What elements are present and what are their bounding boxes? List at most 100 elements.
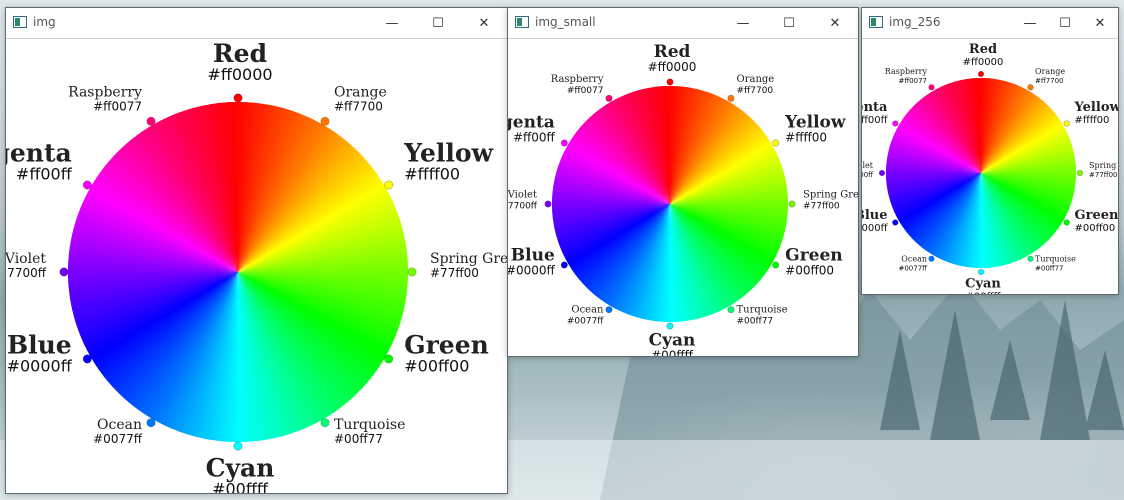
close-button[interactable]: ✕: [812, 8, 858, 38]
hue-hex-label: #00ffff: [966, 292, 1002, 295]
window-img-256[interactable]: img_256 — ☐ ✕ Red #ff0000 Raspberry #ff0077…: [861, 7, 1119, 295]
hue-marker-dot: [605, 94, 613, 102]
hue-marker-dot: [320, 418, 330, 428]
hue-hex-label: #77ff00: [430, 266, 479, 280]
hue-name-label: Cyan: [206, 454, 275, 483]
title-bar[interactable]: img_small — ☐ ✕: [508, 8, 858, 39]
hue-hex-label: #00ffff: [212, 480, 269, 494]
hue-name-label: Cyan: [965, 277, 1001, 292]
hue-hex-label: #7700ff: [862, 171, 873, 179]
hue-name-label: Raspberry: [551, 74, 604, 85]
hue-marker-dot: [788, 200, 796, 208]
hue-hex-label: #00ff00: [785, 263, 834, 277]
color-wheel: Red#ff0000 Raspberry#ff0077 Magenta#ff00ff…: [6, 39, 507, 493]
hue-hex-label: #0000ff: [7, 357, 73, 376]
hue-marker-dot: [560, 261, 568, 269]
app-icon: [13, 16, 27, 28]
hue-hex-label: #ff00ff: [862, 115, 889, 126]
color-wheel-disc: [552, 86, 788, 322]
hue-hex-label: #ff0077: [567, 86, 604, 96]
color-wheel: Red#ff0000 Raspberry#ff0077 Magenta#ff00ff…: [862, 42, 1118, 295]
hue-hex-label: #ff7700: [1035, 77, 1064, 85]
hue-hex-label: #00ff77: [334, 432, 383, 446]
hue-hex-label: #ff7700: [334, 100, 383, 114]
minimize-button[interactable]: —: [369, 8, 415, 38]
hue-marker-dot: [384, 354, 394, 364]
hue-marker-dot: [320, 116, 330, 126]
maximize-button[interactable]: ☐: [766, 8, 812, 38]
hue-hex-label: #0077ff: [567, 317, 604, 327]
hue-marker-dot: [384, 180, 394, 190]
maximize-button[interactable]: ☐: [1047, 8, 1083, 38]
hue-hex-label: #ff0077: [898, 77, 927, 85]
hue-marker-dot: [544, 200, 552, 208]
hue-hex-label: #77ff00: [803, 201, 840, 211]
window-img[interactable]: img — ☐ ✕ Red#ff0000 Raspberry#ff0077 Mage…: [5, 7, 508, 494]
hue-name-label: Magenta: [862, 100, 888, 115]
window-img-small[interactable]: img_small — ☐ ✕ Red #ff0000 Raspberry #ff00…: [507, 7, 859, 357]
hue-name-label: Blue: [7, 331, 72, 360]
hue-hex-label: #ffff00: [1075, 115, 1110, 126]
hue-name-label: Spring Green: [1089, 161, 1118, 170]
hue-hex-label: #7700ff: [508, 201, 538, 211]
window-title: img_small: [535, 15, 596, 29]
hue-hex-label: #7700ff: [6, 266, 47, 280]
hue-marker-dot: [82, 180, 92, 190]
hue-name-label: Magenta: [6, 139, 72, 168]
close-button[interactable]: ✕: [461, 8, 507, 38]
title-bar[interactable]: img_256 — ☐ ✕: [862, 8, 1118, 39]
hue-marker-dot: [666, 322, 674, 330]
hue-name-label: Ocean: [901, 254, 927, 263]
close-button[interactable]: ✕: [1082, 8, 1118, 38]
hue-name-label: Green: [785, 245, 842, 265]
hue-marker-dot: [666, 78, 674, 86]
hue-marker-dot: [59, 267, 69, 277]
hue-marker-dot: [1076, 169, 1084, 177]
hue-marker-dot: [977, 70, 985, 78]
hue-marker-dot: [146, 116, 156, 126]
hue-marker-dot: [928, 84, 935, 91]
hue-name-label: Red: [213, 39, 267, 68]
hue-hex-label: #0077ff: [93, 432, 143, 446]
hue-marker-dot: [772, 261, 780, 269]
hue-hex-label: #00ffff: [651, 349, 694, 357]
hue-hex-label: #ff0000: [648, 60, 697, 74]
minimize-button[interactable]: —: [720, 8, 766, 38]
hue-hex-label: #00ff00: [404, 357, 469, 376]
color-wheel: Red#ff0000 Raspberry#ff0077 Magenta#ff00ff…: [508, 42, 858, 357]
hue-hex-label: #ffff00: [785, 130, 827, 144]
window-title: img: [33, 15, 56, 29]
hue-marker-dot: [407, 267, 417, 277]
hue-name-label: Green: [404, 331, 489, 360]
hue-name-label: Green: [1075, 208, 1118, 223]
hue-hex-label: #00ff00: [1075, 223, 1116, 234]
hue-name-label: Raspberry: [885, 67, 928, 76]
hue-name-label: Ocean: [97, 417, 142, 433]
hue-marker-dot: [1027, 84, 1034, 91]
hue-name-label: Violet: [508, 189, 537, 200]
hue-marker-dot: [977, 268, 985, 276]
hue-marker-dot: [878, 169, 886, 177]
minimize-button[interactable]: —: [1012, 8, 1048, 38]
hue-marker-dot: [1027, 255, 1034, 262]
title-bar[interactable]: img — ☐ ✕: [6, 8, 507, 39]
hue-marker-dot: [892, 219, 899, 226]
hue-name-label: Violet: [862, 161, 874, 170]
hue-hex-label: #ff7700: [737, 86, 774, 96]
hue-marker-dot: [82, 354, 92, 364]
hue-name-label: Orange: [737, 74, 775, 85]
hue-name-label: Blue: [511, 245, 555, 265]
hue-name-label: Yellow: [1074, 100, 1118, 115]
hue-name-label: Turquoise: [334, 417, 405, 433]
hue-hex-label: #0000ff: [508, 263, 556, 277]
hue-name-label: Spring Green: [430, 251, 507, 267]
hue-name-label: Blue: [862, 208, 887, 223]
image-canvas: Red#ff0000 Raspberry#ff0077 Magenta#ff00ff…: [6, 39, 507, 493]
hue-hex-label: #00ff77: [737, 317, 774, 327]
app-icon: [515, 16, 529, 28]
hue-name-label: Violet: [6, 251, 46, 267]
maximize-button[interactable]: ☐: [415, 8, 461, 38]
hue-hex-label: #ff00ff: [16, 165, 73, 184]
hue-name-label: Red: [654, 42, 691, 62]
hue-marker-dot: [727, 306, 735, 314]
